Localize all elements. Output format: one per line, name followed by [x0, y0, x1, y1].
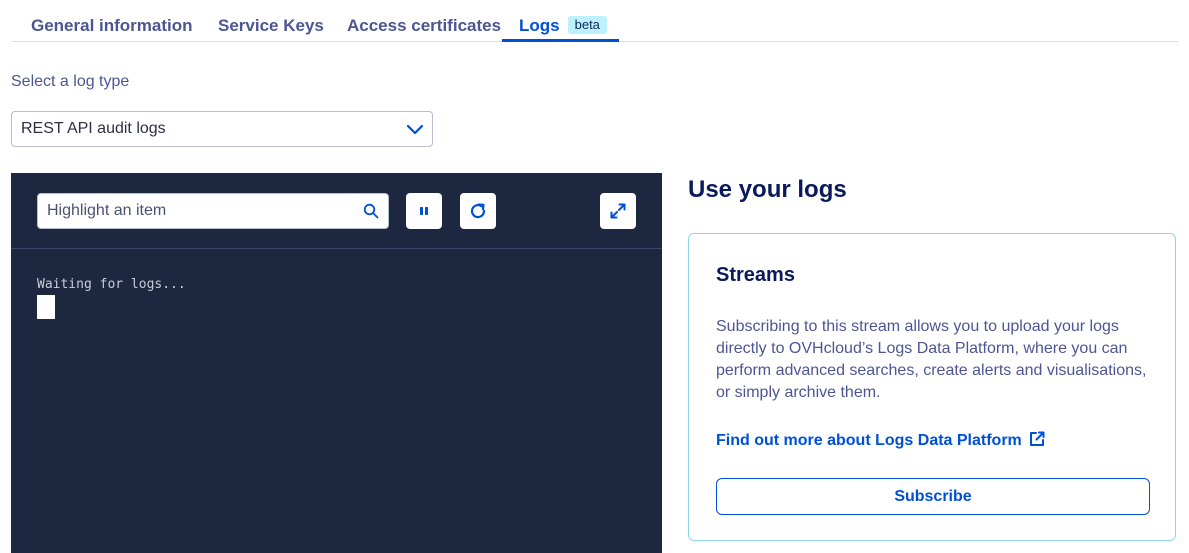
streams-title: Streams	[716, 264, 795, 286]
refresh-button[interactable]	[460, 193, 496, 229]
tab-bar: General information Service Keys Access …	[12, 0, 1178, 42]
expand-icon	[610, 203, 626, 219]
log-type-select[interactable]: REST API audit logs	[11, 111, 433, 147]
external-link-icon	[1029, 431, 1045, 446]
console-output: Waiting for logs...	[37, 277, 186, 292]
console-toolbar	[11, 173, 662, 249]
chevron-down-icon	[406, 124, 424, 135]
highlight-input[interactable]	[38, 194, 348, 228]
beta-badge: beta	[567, 16, 607, 34]
streams-description: Subscribing to this stream allows you to…	[716, 318, 1147, 401]
active-tab-indicator	[502, 39, 619, 42]
terminal-cursor	[37, 295, 55, 319]
subscribe-button[interactable]: Subscribe	[716, 478, 1150, 515]
use-logs-heading: Use your logs	[688, 176, 847, 203]
refresh-icon	[470, 203, 486, 219]
pause-button[interactable]	[406, 193, 442, 229]
tab-service-keys[interactable]: Service Keys	[218, 16, 324, 42]
log-type-selected-value: REST API audit logs	[21, 120, 166, 137]
highlight-search	[37, 193, 389, 229]
tab-logs-label: Logs	[519, 16, 560, 35]
search-icon[interactable]	[363, 203, 379, 219]
pause-icon	[420, 207, 428, 215]
logs-data-platform-link-label: Find out more about Logs Data Platform	[716, 432, 1022, 449]
streams-card: Streams Subscribing to this stream allow…	[688, 233, 1176, 541]
tab-general-information[interactable]: General information	[31, 16, 193, 42]
fullscreen-button[interactable]	[600, 193, 636, 229]
tab-access-certificates[interactable]: Access certificates	[347, 16, 501, 42]
log-console: Waiting for logs...	[11, 173, 662, 553]
logs-data-platform-link[interactable]: Find out more about Logs Data Platform	[716, 430, 1046, 450]
log-type-label: Select a log type	[11, 73, 130, 90]
